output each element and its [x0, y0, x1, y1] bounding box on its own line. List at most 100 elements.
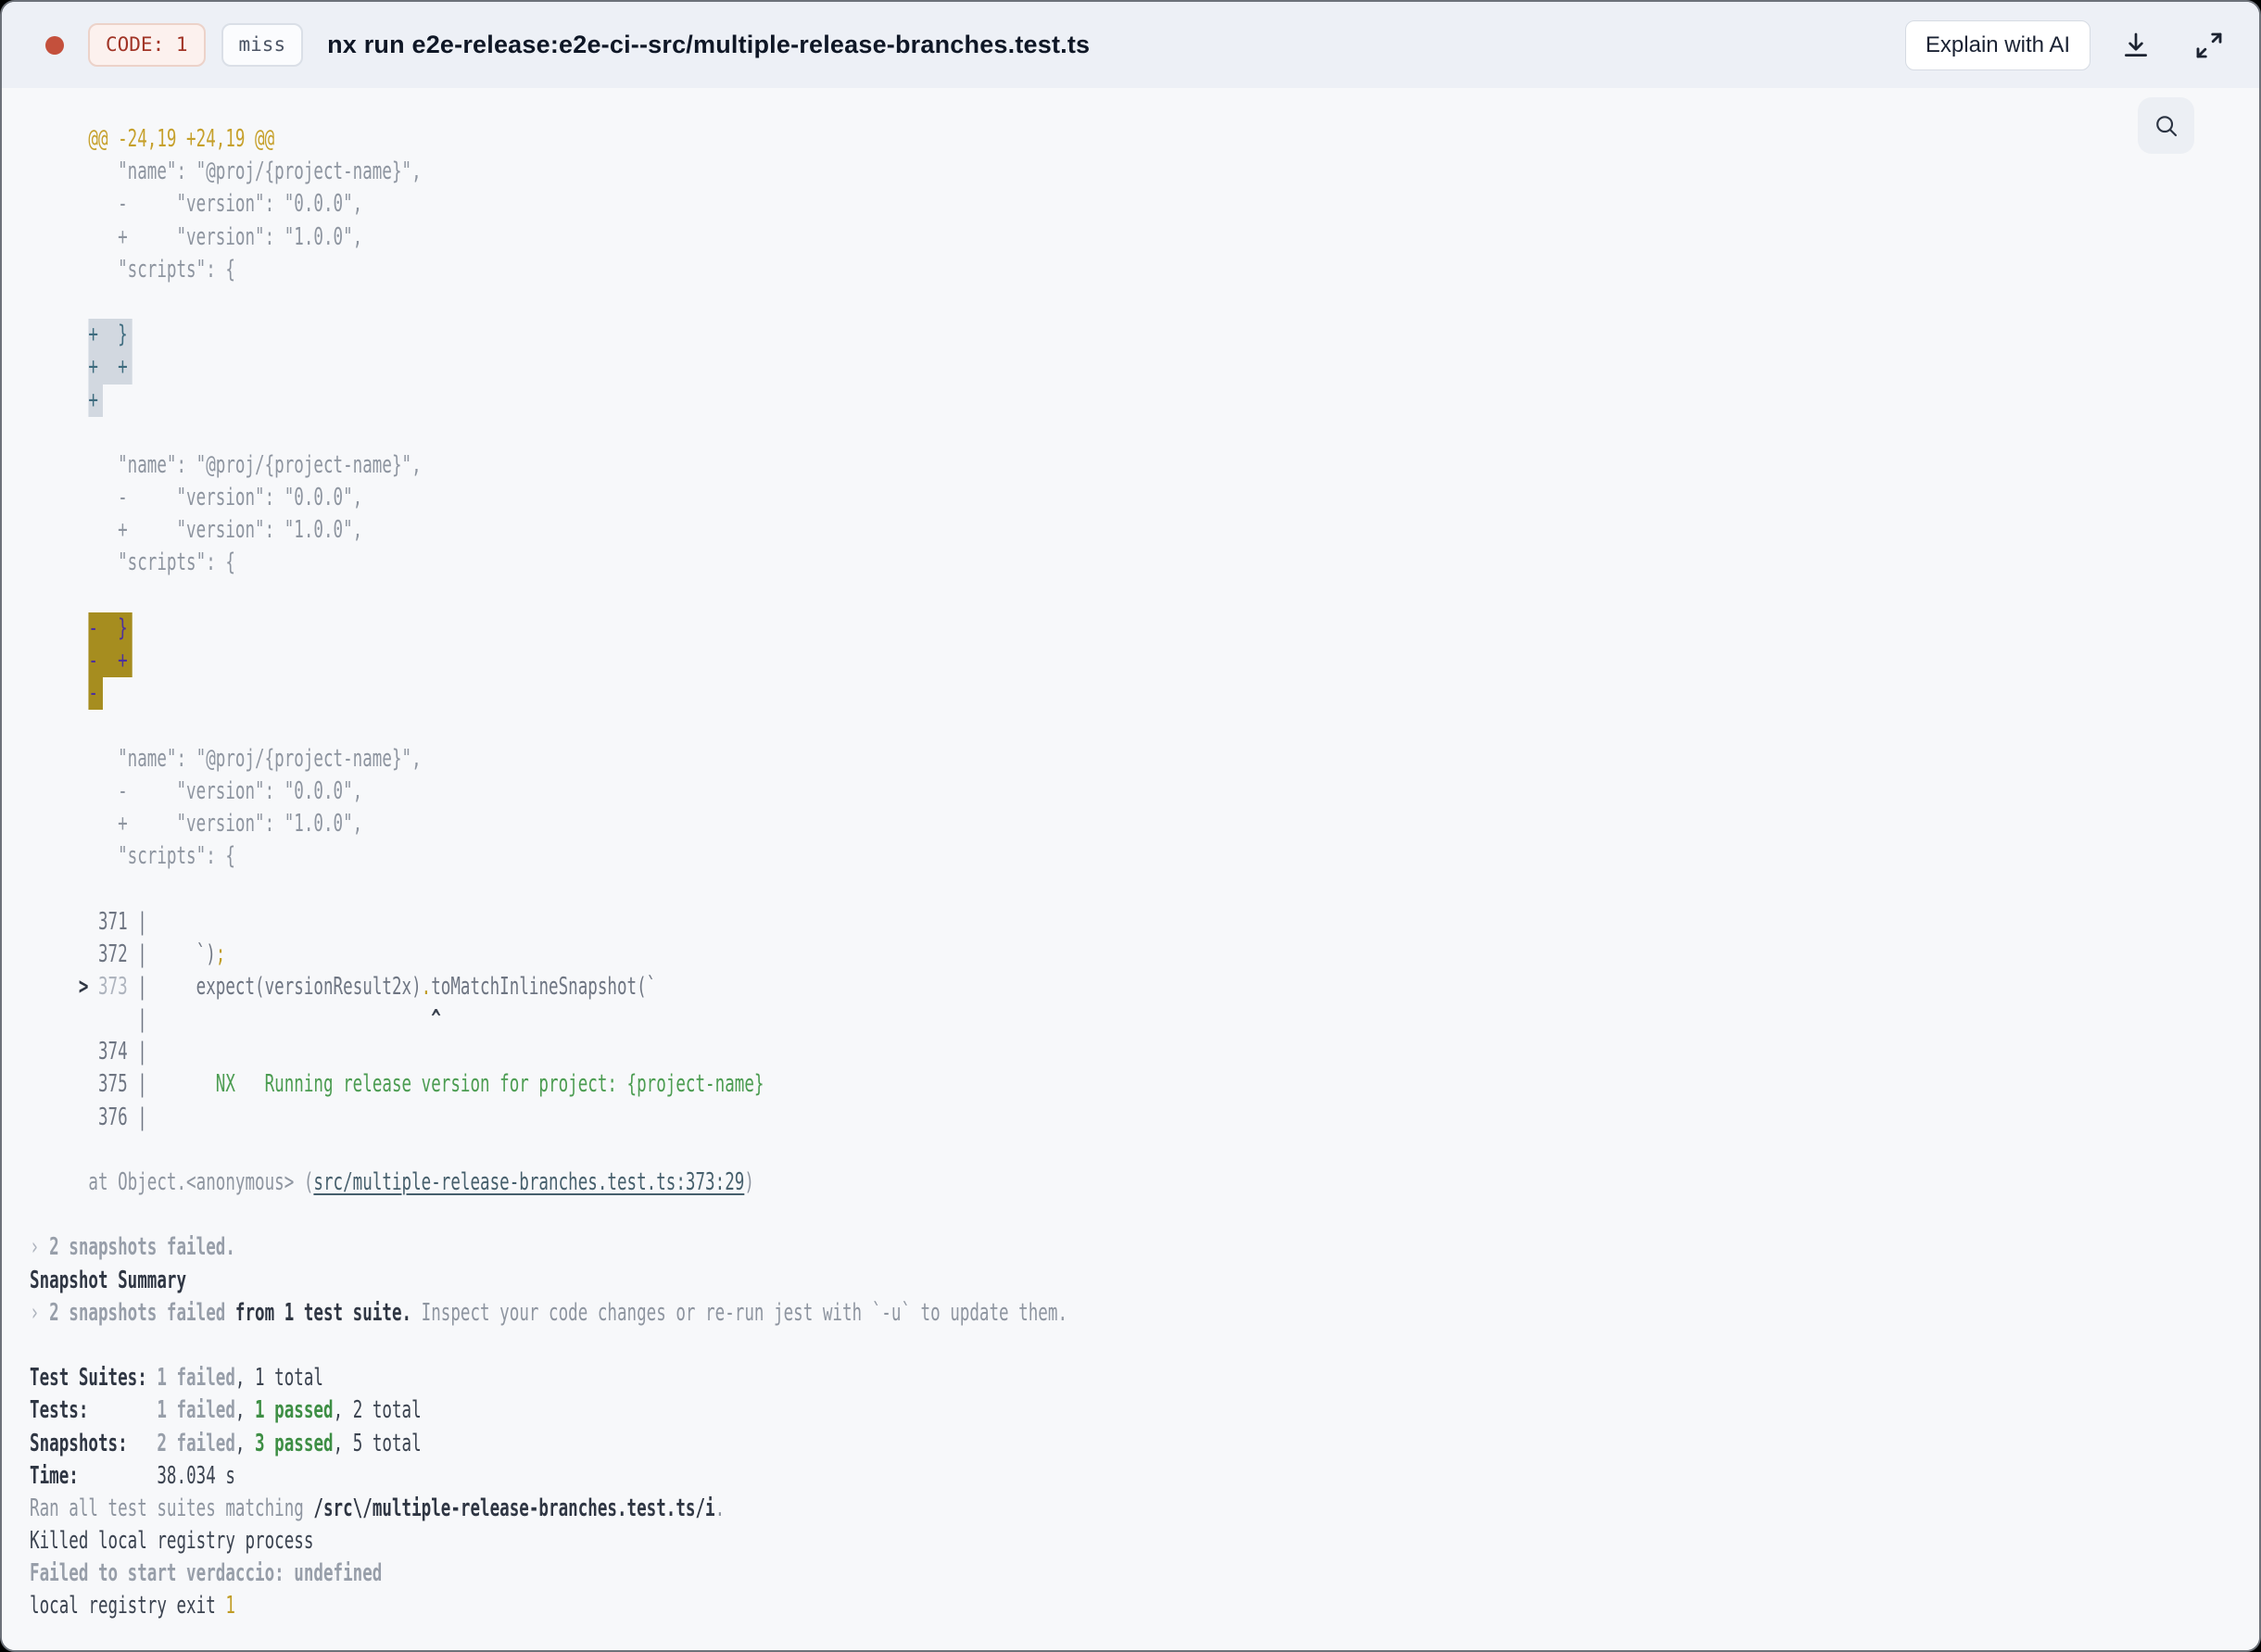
terminal-segment: ,	[234, 1396, 256, 1425]
terminal-line: > 373 | expect(versionResult2x).toMatchI…	[30, 971, 2256, 1003]
terminal-segment: expect(versionResult2x)	[157, 972, 422, 1001]
terminal-segment: Time:	[30, 1461, 79, 1490]
terminal-line: @@ -24,19 +24,19 @@	[30, 123, 2256, 156]
terminal-line: - "version": "0.0.0",	[30, 188, 2256, 221]
terminal-segment: 376 |	[30, 1103, 147, 1131]
terminal-segment: "scripts": {	[30, 842, 235, 871]
terminal-line: "name": "@proj/{project-name}",	[30, 743, 2256, 776]
terminal-segment: , 2 total	[333, 1396, 422, 1425]
terminal-segment: + "version": "1.0.0",	[30, 516, 363, 545]
terminal-segment: Snapshot Summary	[30, 1266, 187, 1294]
terminal-line: at Object.<anonymous> (src/multiple-rele…	[30, 1166, 2256, 1199]
terminal-line: +	[30, 384, 2256, 417]
terminal-segment: |	[30, 1005, 158, 1034]
terminal-line: Time: 38.034 s	[30, 1460, 2256, 1493]
terminal-segment	[88, 1396, 157, 1424]
terminal-segment: .	[714, 1494, 726, 1522]
terminal-segment: >	[30, 972, 98, 1001]
terminal-line: "scripts": {	[30, 547, 2256, 579]
terminal-line: Snapshot Summary	[30, 1265, 2256, 1297]
terminal-segment: 2 snapshots failed.	[49, 1233, 235, 1262]
terminal-line: "name": "@proj/{project-name}",	[30, 449, 2256, 482]
terminal-line: "scripts": {	[30, 840, 2256, 873]
terminal-segment	[30, 679, 88, 707]
terminal-segment: at Object.<anonymous> (	[30, 1168, 314, 1196]
terminal-panel: @@ -24,19 +24,19 @@ "name": "@proj/{proj…	[2, 88, 2259, 1650]
terminal-segment: local registry exit	[30, 1592, 226, 1620]
terminal-segment	[30, 321, 88, 348]
terminal-segment: - +	[88, 645, 133, 678]
terminal-line: "scripts": {	[30, 254, 2256, 286]
search-button[interactable]	[2138, 97, 2194, 154]
stack-trace-file-link[interactable]: src/multiple-release-branches.test.ts:37…	[313, 1168, 744, 1196]
terminal-line: 374 |	[30, 1036, 2256, 1068]
terminal-line: - +	[30, 645, 2256, 678]
task-title: nx run e2e-release:e2e-ci--src/multiple-…	[327, 31, 1091, 58]
terminal-line: -	[30, 677, 2256, 711]
download-button[interactable]	[2120, 30, 2152, 61]
terminal-segment	[30, 386, 88, 414]
terminal-line: 375 | NX Running release version for pro…	[30, 1068, 2256, 1101]
terminal-scroll-area[interactable]: @@ -24,19 +24,19 @@ "name": "@proj/{proj…	[2, 88, 2259, 1650]
terminal-line: › 2 snapshots failed from 1 test suite. …	[30, 1297, 2256, 1330]
terminal-segment: Failed to start verdaccio: undefined	[30, 1559, 383, 1588]
terminal-segment: 374 |	[30, 1038, 147, 1066]
explain-with-ai-button[interactable]: Explain with AI	[1904, 19, 2090, 70]
terminal-line: › 2 snapshots failed.	[30, 1231, 2256, 1264]
terminal-segment: 1	[225, 1592, 235, 1620]
terminal-segment: - "version": "0.0.0",	[30, 484, 363, 512]
fullscreen-button[interactable]	[2192, 29, 2226, 62]
terminal-line: + "version": "1.0.0",	[30, 808, 2256, 840]
terminal-segment	[128, 1430, 158, 1457]
terminal-segment: `)	[157, 939, 216, 968]
terminal-line: + }	[30, 319, 2256, 352]
terminal-line: Killed local registry process	[30, 1525, 2256, 1557]
terminal-line: Test Suites: 1 failed, 1 total	[30, 1362, 2256, 1394]
terminal-segment: ^	[157, 1005, 441, 1034]
download-icon	[2120, 30, 2152, 61]
terminal-segment: , 1 total	[234, 1364, 323, 1393]
terminal-segment: + +	[88, 351, 133, 385]
terminal-segment	[30, 353, 88, 381]
red-status-dot	[45, 35, 64, 55]
terminal-segment: , 5 total	[333, 1429, 422, 1457]
terminal-segment: "name": "@proj/{project-name}",	[30, 158, 422, 186]
terminal-line: 372 | `);	[30, 939, 2256, 971]
terminal-segment: - "version": "0.0.0",	[30, 776, 363, 805]
terminal-segment: from 1 test suite.	[225, 1298, 412, 1327]
terminal-segment: 375 |	[30, 1070, 158, 1099]
terminal-segment: - "version": "0.0.0",	[30, 190, 363, 219]
terminal-output: @@ -24,19 +24,19 @@ "name": "@proj/{proj…	[30, 123, 2256, 1623]
terminal-segment: Ran all test suites matching	[30, 1494, 314, 1522]
terminal-segment: )	[744, 1168, 754, 1196]
terminal-segment: Inspect your code changes or re-run jest…	[411, 1298, 1068, 1327]
terminal-segment: "scripts": {	[30, 255, 235, 284]
terminal-segment: 2 failed	[157, 1429, 235, 1457]
terminal-segment: ,	[234, 1429, 256, 1457]
terminal-segment: 1 passed	[255, 1396, 334, 1425]
terminal-segment: toMatchInlineSnapshot(`	[431, 972, 657, 1001]
terminal-segment: 2 snapshots failed	[49, 1298, 226, 1327]
terminal-segment: "scripts": {	[30, 549, 235, 577]
terminal-segment: Killed local registry process	[30, 1527, 314, 1556]
terminal-segment: NX Running release version for project: …	[157, 1070, 764, 1099]
terminal-line: 376 |	[30, 1102, 2256, 1134]
terminal-segment: 372 |	[30, 939, 158, 968]
terminal-segment: +	[88, 384, 103, 417]
terminal-line: Ran all test suites matching /src\/multi…	[30, 1493, 2256, 1525]
terminal-line: - }	[30, 612, 2256, 646]
terminal-segment: ›	[30, 1298, 50, 1327]
terminal-segment	[30, 647, 88, 675]
terminal-segment: Snapshots:	[30, 1429, 128, 1457]
terminal-segment: - }	[88, 612, 133, 646]
terminal-segment: "name": "@proj/{project-name}",	[30, 744, 422, 773]
terminal-segment: 38.034 s	[78, 1461, 235, 1490]
